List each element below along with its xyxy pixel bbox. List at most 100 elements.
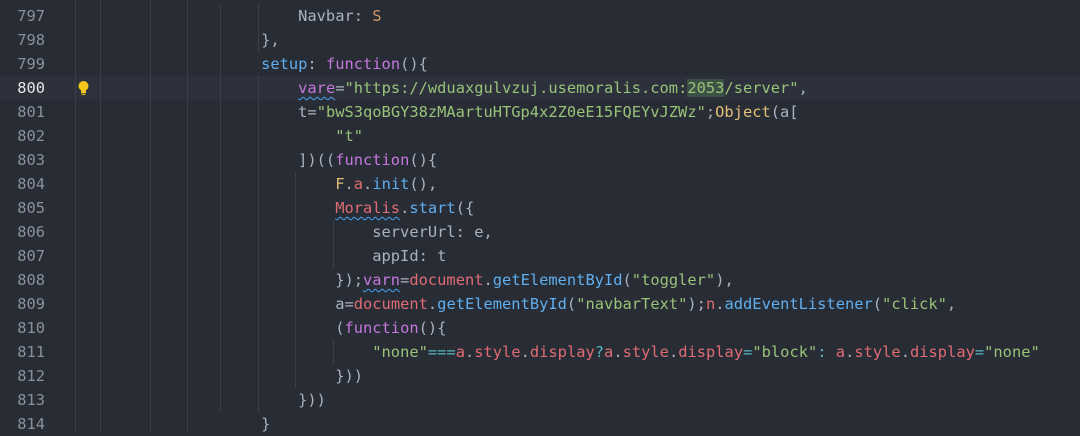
code-token: display	[529, 343, 595, 361]
code-editor[interactable]: 797 Navbar: S 798 }, 799 setup: function()…	[0, 0, 1080, 433]
line-number: 806	[17, 223, 45, 241]
code-token: ),	[715, 271, 734, 289]
code-line[interactable]: 799 setup: function(){	[0, 52, 1080, 76]
code-text: "none"===a.style.display?a.style.display…	[224, 340, 1040, 364]
code-line[interactable]: 812 }))	[0, 364, 1080, 388]
code-token: }	[224, 415, 271, 433]
code-token: function	[335, 151, 410, 169]
code-line[interactable]: 814 }	[0, 412, 1080, 436]
code-token: a	[224, 295, 345, 313]
code-line[interactable]: 813 }))	[0, 388, 1080, 412]
indent-guide	[332, 340, 334, 364]
code-token: (	[622, 271, 632, 289]
code-token: S	[363, 7, 382, 25]
code-line[interactable]: 806 serverUrl: e,	[0, 220, 1080, 244]
code-text: t="bwS3qoBGY38zMAartuHTGp4x2Z0eE15FQEYvJ…	[224, 100, 799, 124]
code-line[interactable]: 798 },	[0, 28, 1080, 52]
code-token: document	[409, 271, 484, 289]
code-token: "none"	[372, 343, 428, 361]
code-token: function	[344, 319, 419, 337]
code-token: (),	[409, 175, 438, 193]
indent-guide	[295, 172, 297, 388]
code-line[interactable]: 810 (function(){	[0, 316, 1080, 340]
code-token: .	[668, 343, 679, 361]
code-token: /server"	[724, 79, 799, 97]
code-line[interactable]: 803 ])((function(){	[0, 148, 1080, 172]
code-token: .	[520, 343, 530, 361]
code-token: (){	[418, 319, 447, 337]
code-token: :	[455, 223, 465, 241]
line-number: 803	[17, 151, 45, 169]
code-token: .	[613, 343, 623, 361]
code-token: a	[353, 175, 364, 193]
line-number: 802	[17, 127, 45, 145]
line-number: 804	[17, 175, 45, 193]
line-number: 812	[17, 367, 45, 385]
line-number: 801	[17, 103, 45, 121]
code-token: Navbar	[224, 7, 354, 25]
code-token: "navbarText"	[576, 295, 688, 313]
code-line[interactable]: 807 appId: t	[0, 244, 1080, 268]
code-token: .	[464, 343, 475, 361]
line-number: 800	[17, 79, 45, 97]
code-token: style	[854, 343, 901, 361]
gutter-guide	[187, 0, 188, 432]
code-line[interactable]: 802 "t"	[0, 124, 1080, 148]
code-token: =	[335, 79, 345, 97]
code-line[interactable]: 805 Moralis.start({	[0, 196, 1080, 220]
gutter-guide	[75, 0, 76, 432]
code-token: .	[344, 175, 354, 193]
code-text: }	[224, 412, 270, 436]
code-token: style	[622, 343, 669, 361]
code-token: (){	[400, 55, 428, 73]
code-token: "click"	[882, 295, 947, 313]
code-token: ===	[427, 343, 456, 361]
code-token: .	[715, 295, 725, 313]
gutter-guide	[150, 0, 151, 432]
code-line[interactable]: 800 vare="https://wduaxgulvzuj.usemorali…	[0, 76, 1080, 100]
gutter-guide	[100, 0, 101, 432]
code-token: t	[427, 247, 447, 265]
code-token: a	[835, 343, 846, 361]
code-text: "t"	[224, 124, 363, 148]
code-text: },	[224, 28, 280, 52]
line-number: 808	[17, 271, 45, 289]
line-number: 810	[17, 319, 45, 337]
code-line[interactable]: 797 Navbar: S	[0, 4, 1080, 28]
code-token: .	[400, 199, 410, 217]
code-token: "toggler"	[631, 271, 716, 289]
code-line[interactable]: 808 });varn=document.getElementById("tog…	[0, 268, 1080, 292]
lightbulb-icon[interactable]	[77, 80, 90, 96]
code-token: ({	[455, 199, 475, 217]
code-token: (){	[409, 151, 438, 169]
line-number: 809	[17, 295, 45, 313]
code-token: "https://wduaxgulvzuj.usemoralis.com:	[344, 79, 688, 97]
indent-guide	[257, 4, 259, 52]
code-token: });	[224, 271, 363, 289]
code-token: start	[409, 199, 456, 217]
code-token: =	[344, 295, 354, 313]
line-number: 814	[17, 415, 45, 433]
line-number: 797	[17, 7, 45, 25]
code-line[interactable]: 804 F.a.init(),	[0, 172, 1080, 196]
code-text: Moralis.start({	[224, 196, 474, 220]
code-token: .	[845, 343, 855, 361]
code-token: setup	[224, 55, 308, 73]
line-number: 805	[17, 199, 45, 217]
code-token: "block"	[752, 343, 818, 361]
code-token: a	[604, 343, 614, 361]
code-token: (	[566, 295, 577, 313]
code-line[interactable]: 809 a=document.getElementById("navbarTex…	[0, 292, 1080, 316]
code-token: (a[	[770, 103, 799, 121]
code-token: 2053	[687, 79, 725, 97]
code-token: "t"	[335, 127, 364, 145]
code-line[interactable]: 811 "none"===a.style.display?a.style.dis…	[0, 340, 1080, 364]
code-token: .	[427, 295, 438, 313]
code-line[interactable]: 801 t="bwS3qoBGY38zMAartuHTGp4x2Z0eE15FQ…	[0, 100, 1080, 124]
code-text: });varn=document.getElementById("toggler…	[224, 268, 734, 292]
code-token: n	[705, 295, 716, 313]
code-token: "none"	[984, 343, 1040, 361]
